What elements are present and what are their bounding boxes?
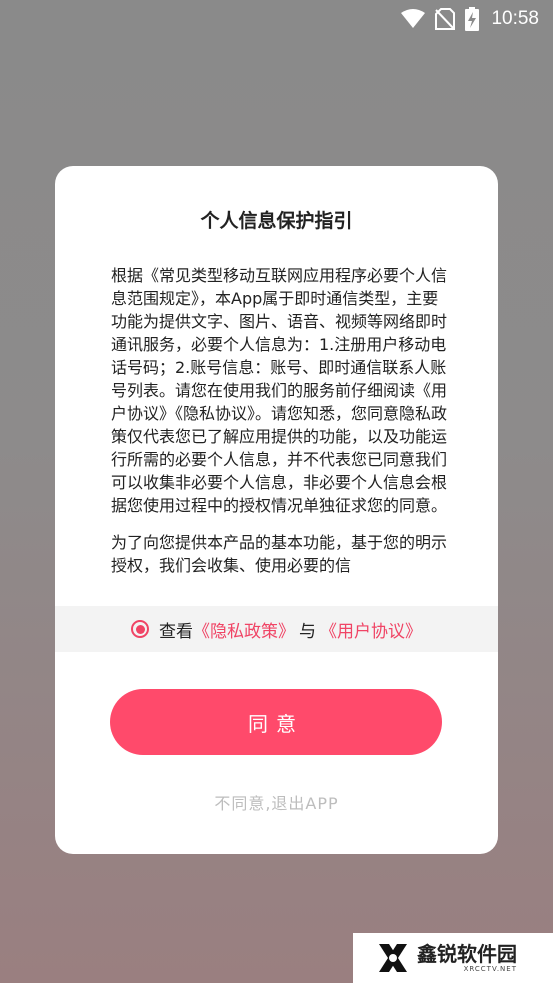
watermark: 鑫锐软件园 XRCCTV.NET bbox=[353, 933, 553, 983]
consent-row: 查看 《隐私政策》 与 《用户协议》 bbox=[55, 606, 498, 652]
watermark-logo-icon bbox=[379, 944, 407, 972]
watermark-sub: XRCCTV.NET bbox=[463, 965, 517, 973]
consent-radio[interactable] bbox=[131, 620, 149, 638]
dialog-body[interactable]: 根据《常见类型移动互联网应用程序必要个人信息范围规定》，本App属于即时通信类型… bbox=[111, 264, 447, 592]
consent-conjunction: 与 bbox=[299, 621, 316, 642]
consent-prefix: 查看 bbox=[159, 621, 193, 642]
status-time: 10:58 bbox=[491, 8, 539, 29]
privacy-dialog: 个人信息保护指引 根据《常见类型移动互联网应用程序必要个人信息范围规定》，本Ap… bbox=[55, 166, 498, 854]
agree-button[interactable]: 同意 bbox=[110, 689, 442, 755]
wifi-icon bbox=[401, 9, 426, 29]
status-bar: 10:58 bbox=[0, 0, 553, 38]
dialog-title: 个人信息保护指引 bbox=[200, 210, 353, 232]
paragraph: 根据《常见类型移动互联网应用程序必要个人信息范围规定》，本App属于即时通信类型… bbox=[111, 266, 447, 515]
no-sim-icon bbox=[435, 8, 456, 30]
radio-dot-icon bbox=[135, 624, 145, 634]
user-agreement-link[interactable]: 《用户协议》 bbox=[320, 617, 422, 642]
privacy-policy-link[interactable]: 《隐私政策》 bbox=[193, 617, 295, 642]
disagree-exit-button[interactable]: 不同意,退出APP bbox=[55, 790, 498, 814]
battery-charging-icon bbox=[465, 7, 480, 31]
paragraph: 为了向您提供本产品的基本功能，基于您的明示授权，我们会收集、使用必要的信 bbox=[111, 533, 447, 575]
watermark-name: 鑫锐软件园 bbox=[417, 942, 517, 966]
